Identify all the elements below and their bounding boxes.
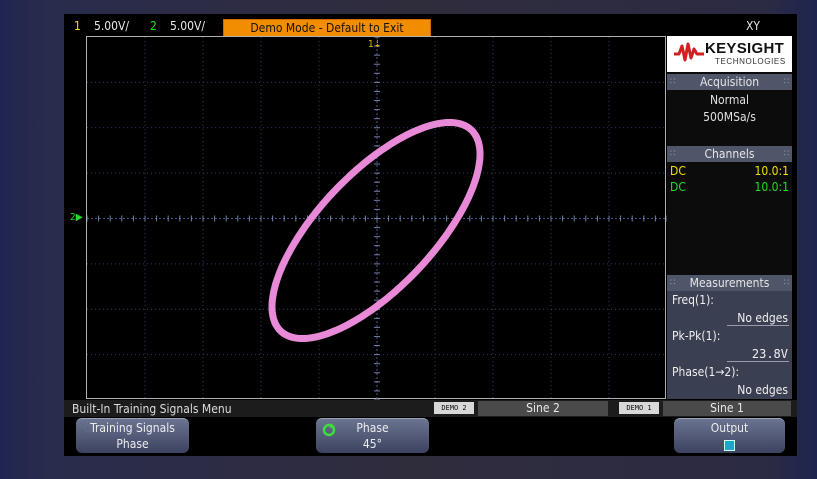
demo2-signal: Sine 2 — [478, 401, 608, 416]
pkpk-value: 23.8V — [751, 347, 788, 361]
menu-title: Built-In Training Signals Menu — [72, 402, 232, 416]
ch2-ground-marker[interactable]: 2▶ — [70, 213, 83, 223]
acquisition-header[interactable]: ∷ Acquisition ∷ — [667, 74, 792, 90]
channels-header[interactable]: ∷ Channels ∷ — [667, 146, 792, 162]
training-signals-softkey[interactable]: ○ Training Signals Phase — [76, 418, 189, 453]
menu-status-row: Built-In Training Signals Menu DEMO 2 Si… — [64, 400, 797, 417]
timebase-mode: XY — [746, 19, 760, 33]
softkey-top-label: Training Signals — [90, 421, 175, 435]
measurements-title: Measurements — [689, 276, 770, 290]
grip-icon: ∷ — [670, 77, 676, 87]
ch2-indicator[interactable]: 2 — [150, 19, 157, 33]
grip-icon: ∷ — [783, 149, 789, 159]
output-softkey[interactable]: Output — [674, 418, 785, 453]
logo-wordmark: KEYSIGHT — [705, 40, 785, 57]
acquisition-mode: Normal — [709, 93, 750, 107]
phase-softkey[interactable]: Phase 45° — [316, 418, 429, 453]
softkey-top-label: Output — [710, 421, 749, 435]
ch2-scale: 5.00V/ — [170, 19, 206, 33]
demo-mode-banner: Demo Mode - Default to Exit — [223, 19, 431, 37]
ch1-indicator[interactable]: 1 — [74, 19, 81, 33]
grip-icon: ∷ — [670, 278, 676, 288]
grip-icon: ∷ — [783, 77, 789, 87]
pkpk-label: Pk-Pk(1): — [672, 329, 721, 343]
freq-label: Freq(1): — [672, 293, 714, 307]
softkey-bottom-label: 45° — [362, 437, 383, 451]
grip-icon: ∷ — [783, 278, 789, 288]
output-enabled-checkbox[interactable] — [724, 440, 735, 451]
trigger-arrow-icon: ⇣ — [373, 39, 382, 50]
demo2-badge: DEMO 2 — [434, 402, 474, 414]
softkey-top-label: Phase — [356, 421, 389, 435]
sample-rate: 500MSa/s — [703, 110, 756, 124]
ch2-coupling: DC — [670, 180, 686, 194]
divider — [727, 325, 789, 326]
ch1-scale: 5.00V/ — [94, 19, 130, 33]
side-panel: KEYSIGHT TECHNOLOGIES ∷ Acquisition ∷ No… — [667, 36, 792, 399]
ch1-probe: 10.0:1 — [754, 164, 789, 178]
waveform-display — [87, 37, 667, 400]
grip-icon: ∷ — [670, 149, 676, 159]
graticule — [86, 36, 667, 400]
top-status-bar: 1 5.00V/ 2 5.00V/ Demo Mode - Default to… — [64, 14, 797, 37]
ch2-probe: 10.0:1 — [754, 180, 789, 194]
channels-title: Channels — [704, 147, 755, 161]
softkey-bottom-label: Phase — [116, 437, 149, 451]
ch1-coupling: DC — [670, 164, 686, 178]
logo-tagline: TECHNOLOGIES — [715, 57, 786, 66]
divider — [727, 361, 789, 362]
phase-label: Phase(1→2): — [672, 365, 740, 379]
trigger-level-marker[interactable]: 1⇣ — [368, 40, 381, 50]
lissajous-trace — [268, 119, 484, 342]
measurements-header[interactable]: ∷ Measurements ∷ — [667, 275, 792, 291]
keysight-wave-icon — [674, 42, 704, 62]
freq-value: No edges — [737, 311, 788, 325]
oscilloscope-screen: 1 5.00V/ 2 5.00V/ Demo Mode - Default to… — [64, 14, 797, 456]
demo1-signal: Sine 1 — [663, 401, 791, 416]
ch2-arrow-icon: ▶ — [75, 212, 83, 223]
keysight-logo: KEYSIGHT TECHNOLOGIES — [667, 36, 792, 72]
demo1-badge: DEMO 1 — [619, 402, 659, 414]
acquisition-title: Acquisition — [699, 75, 760, 89]
measurements-panel: ∷ Measurements ∷ Freq(1): No edges Pk-Pk… — [667, 275, 792, 399]
phase-value: No edges — [737, 383, 788, 397]
